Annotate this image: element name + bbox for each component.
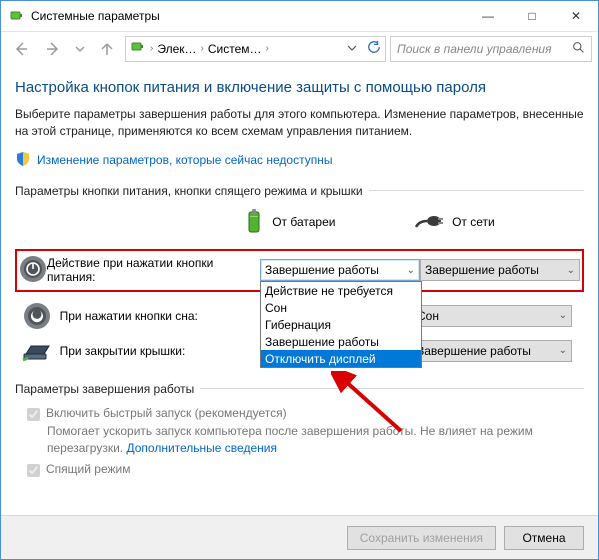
fastboot-desc-text: Помогает ускорить запуск компьютера посл…: [47, 424, 533, 455]
battery-icon: [244, 208, 264, 237]
page-description: Выберите параметры завершения работы для…: [15, 106, 584, 141]
breadcrumb-item[interactable]: Элек…: [157, 42, 196, 56]
mains-label: От сети: [452, 215, 495, 229]
divider: [200, 388, 584, 389]
window-buttons: — □ ✕: [466, 1, 598, 31]
page-title: Настройка кнопок питания и включение защ…: [15, 79, 584, 96]
fastboot-checkbox[interactable]: [27, 408, 40, 421]
divider: [369, 190, 584, 191]
sleepmode-label: Спящий режим: [46, 462, 130, 476]
forward-button[interactable]: [39, 35, 67, 63]
navbar: › Элек… › Систем… › Поиск в панели управ…: [1, 31, 598, 65]
mains-column-header: От сети: [414, 211, 584, 234]
window-title: Системные параметры: [31, 9, 466, 23]
group-title-label: Параметры кнопки питания, кнопки спящего…: [15, 184, 363, 198]
breadcrumb-dropdown-icon[interactable]: [347, 42, 357, 56]
group-title-shutdown: Параметры завершения работы: [15, 382, 584, 396]
refresh-button[interactable]: [367, 40, 381, 57]
chevron-icon: ›: [266, 43, 269, 54]
search-icon: [572, 41, 585, 57]
up-button[interactable]: [93, 35, 121, 63]
power-battery-dropdown: Действие не требуется Сон Гибернация Зав…: [260, 281, 422, 368]
minimize-button[interactable]: —: [466, 1, 510, 31]
sleep-button-icon: [15, 302, 60, 330]
dropdown-option[interactable]: Сон: [261, 299, 421, 316]
search-placeholder: Поиск в панели управления: [397, 42, 552, 56]
sleepmode-checkbox-row: Спящий режим: [27, 462, 584, 477]
shutdown-settings-group: Параметры завершения работы Включить быс…: [15, 382, 584, 478]
fastboot-label: Включить быстрый запуск (рекомендуется): [46, 406, 287, 420]
titlebar: Системные параметры — □ ✕: [1, 1, 598, 31]
fastboot-description: Помогает ускорить запуск компьютера посл…: [47, 423, 584, 457]
power-plan-icon: [9, 8, 25, 24]
power-mains-select[interactable]: Завершение работы ⌄: [420, 259, 580, 281]
select-value: Завершение работы: [417, 344, 531, 358]
elevated-settings-link-row: Изменение параметров, которые сейчас нед…: [15, 151, 584, 170]
plug-icon: [414, 211, 444, 234]
select-value: Завершение работы: [425, 263, 539, 277]
chevron-down-icon: ⌄: [559, 310, 567, 321]
chevron-down-icon: ⌄: [559, 345, 567, 356]
elevated-settings-link[interactable]: Изменение параметров, которые сейчас нед…: [37, 153, 333, 167]
dropdown-option[interactable]: Завершение работы: [261, 333, 421, 350]
chevron-icon: ›: [201, 43, 204, 54]
breadcrumb-item[interactable]: Систем…: [208, 42, 262, 56]
sleep-mains-select[interactable]: Сон ⌄: [412, 305, 572, 327]
back-button[interactable]: [7, 35, 35, 63]
recent-dropdown[interactable]: [71, 35, 89, 63]
group-title-label: Параметры завершения работы: [15, 382, 194, 396]
chevron-icon: ›: [150, 43, 153, 54]
select-value: Завершение работы: [265, 263, 379, 277]
sleepmode-checkbox[interactable]: [27, 464, 40, 477]
save-button[interactable]: Сохранить изменения: [347, 526, 496, 550]
footer: Сохранить изменения Отмена: [1, 515, 598, 559]
battery-column-header: От батареи: [244, 208, 414, 237]
maximize-button[interactable]: □: [510, 1, 554, 31]
main-content: Настройка кнопок питания и включение защ…: [1, 65, 598, 477]
dropdown-option[interactable]: Гибернация: [261, 316, 421, 333]
fastboot-more-link[interactable]: Дополнительные сведения: [126, 441, 276, 455]
breadcrumb[interactable]: › Элек… › Систем… ›: [125, 36, 386, 62]
power-battery-select[interactable]: Завершение работы ⌄ Действие не требуетс…: [260, 259, 420, 281]
shield-icon: [15, 151, 31, 170]
column-headers: От батареи От сети: [15, 208, 584, 237]
battery-label: От батареи: [272, 215, 335, 229]
chevron-down-icon: ⌄: [567, 265, 575, 276]
breadcrumb-icon: [130, 39, 146, 58]
power-button-row-highlight: Действие при нажатии кнопки питания: Зав…: [15, 249, 584, 292]
cancel-button[interactable]: Отмена: [504, 526, 584, 550]
sleep-button-label: При нажатии кнопки сна:: [60, 309, 240, 323]
chevron-down-icon: ⌄: [407, 265, 415, 276]
power-button-label: Действие при нажатии кнопки питания:: [47, 256, 260, 284]
search-input[interactable]: Поиск в панели управления: [390, 36, 592, 62]
group-title-buttons: Параметры кнопки питания, кнопки спящего…: [15, 184, 584, 198]
lid-mains-select[interactable]: Завершение работы ⌄: [412, 340, 572, 362]
dropdown-option-selected[interactable]: Отключить дисплей: [261, 350, 421, 367]
dropdown-option[interactable]: Действие не требуется: [261, 282, 421, 299]
lid-icon: [15, 340, 60, 362]
fastboot-checkbox-row: Включить быстрый запуск (рекомендуется): [27, 406, 584, 421]
lid-close-label: При закрытии крышки:: [60, 344, 240, 358]
power-button-icon: [19, 255, 47, 286]
close-button[interactable]: ✕: [554, 1, 598, 31]
